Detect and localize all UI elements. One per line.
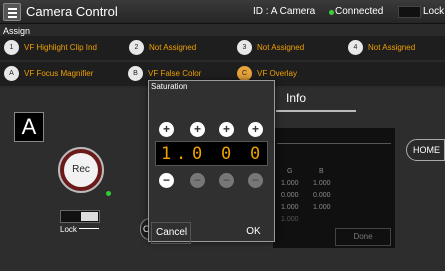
assign-badge-a: A	[4, 66, 19, 81]
saturation-dialog: Saturation + + + + 1 . 0 0 0 − − − − Can…	[148, 80, 276, 244]
assign-badge-4: 4	[348, 40, 363, 55]
assign-slot-3[interactable]: 3 Not Assigned	[237, 40, 327, 56]
digit-2: 0	[192, 144, 203, 164]
assign-slot-label: Not Assigned	[257, 43, 305, 52]
digit-4: 0	[250, 144, 261, 164]
rec-lock-slider[interactable]	[60, 210, 100, 223]
app-title: Camera Control	[26, 4, 118, 19]
lock-toggle[interactable]	[398, 6, 421, 18]
decimal-point: .	[176, 144, 187, 164]
dialog-title: Saturation	[151, 82, 188, 91]
decrement-digit-3-button[interactable]: −	[219, 173, 234, 188]
hamburger-menu-icon[interactable]	[3, 3, 21, 21]
table-cell: 1.000	[313, 180, 331, 187]
table-cell: 1.000	[281, 204, 299, 211]
divider	[277, 143, 391, 144]
camera-id: ID : A Camera	[253, 6, 316, 17]
decrement-digit-1-button[interactable]: −	[159, 173, 174, 188]
connected-status-icon	[329, 10, 334, 15]
assign-badge-1: 1	[4, 40, 19, 55]
tab-info[interactable]: Info	[286, 91, 306, 105]
title-bar: Camera Control ID : A Camera Connected L…	[0, 0, 445, 24]
lock-label: Lock -	[423, 6, 445, 17]
column-header: B	[319, 168, 324, 175]
rec-label: Rec	[64, 153, 98, 187]
assign-slot-2[interactable]: 2 Not Assigned	[129, 40, 219, 56]
assign-slot-a[interactable]: A VF Focus Magnifier	[4, 66, 124, 82]
tally-indicator-icon	[106, 191, 111, 196]
table-cell: 1.000	[313, 204, 331, 211]
tab-underline	[276, 110, 356, 112]
assign-slot-label: VF Focus Magnifier	[24, 69, 94, 78]
increment-digit-2-button[interactable]: +	[190, 122, 205, 137]
connection-status: Connected	[335, 6, 384, 17]
assign-label: Assign	[3, 26, 31, 36]
assign-slot-4[interactable]: 4 Not Assigned	[348, 40, 438, 56]
assign-row-numeric: 1 VF Highlight Clip Ind 2 Not Assigned 3…	[0, 36, 445, 60]
ok-button[interactable]: OK	[231, 222, 276, 244]
assign-slot-1[interactable]: 1 VF Highlight Clip Ind	[4, 40, 124, 56]
slider-knob[interactable]	[81, 212, 98, 221]
assign-slot-label: Not Assigned	[368, 43, 416, 52]
lock-arrow-icon	[79, 228, 99, 229]
assign-badge-b: B	[128, 66, 143, 81]
column-header: G	[287, 168, 293, 175]
increment-digit-1-button[interactable]: +	[159, 122, 174, 137]
assign-slot-label: Not Assigned	[149, 43, 197, 52]
assign-slot-label: VF Highlight Clip Ind	[24, 43, 97, 52]
digit-1: 1	[161, 144, 172, 164]
digit-3: 0	[221, 144, 232, 164]
rec-button[interactable]: Rec	[58, 147, 104, 193]
table-cell: 1.000	[281, 216, 299, 223]
camera-letter: A	[14, 112, 44, 142]
done-button[interactable]: Done	[335, 228, 391, 246]
assign-badge-2: 2	[129, 40, 144, 55]
table-cell: 0.000	[313, 192, 331, 199]
decrement-digit-2-button[interactable]: −	[190, 173, 205, 188]
rec-lock-label: Lock	[60, 225, 77, 234]
table-cell: 0.000	[281, 192, 299, 199]
home-button[interactable]: HOME	[406, 139, 445, 161]
assign-badge-c: C	[237, 66, 252, 81]
cancel-button[interactable]: Cancel	[151, 222, 191, 244]
increment-digit-3-button[interactable]: +	[219, 122, 234, 137]
increment-digit-4-button[interactable]: +	[248, 122, 263, 137]
assign-badge-3: 3	[237, 40, 252, 55]
decrement-digit-4-button[interactable]: −	[248, 173, 263, 188]
table-cell: 1.000	[281, 180, 299, 187]
assign-slot-label: VF Overlay	[257, 69, 298, 78]
info-panel: G B 1.000 1.000 0.000 0.000 1.000 1.000 …	[273, 128, 395, 248]
assign-slot-label: VF False Color	[148, 69, 202, 78]
value-display: 1 . 0 0 0	[155, 141, 268, 166]
